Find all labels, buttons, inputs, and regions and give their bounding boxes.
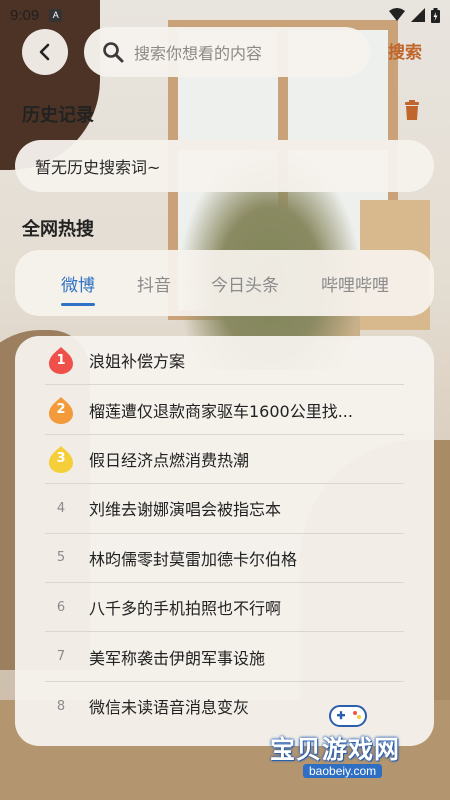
hot-search-list: 1 浪姐补偿方案 2 榴莲遭仅退款商家驱车1600公里找... 3 假日经济点燃… xyxy=(15,336,434,746)
tab-douyin[interactable]: 抖音 xyxy=(137,271,171,296)
notification-badge: A xyxy=(49,8,63,22)
rank-badge: 1 xyxy=(45,344,77,376)
trending-tabs: 微博 抖音 今日头条 哔哩哔哩 xyxy=(15,250,434,316)
rank-number: 6 xyxy=(56,599,66,615)
battery-icon xyxy=(431,7,440,23)
rank-number: 5 xyxy=(56,550,66,566)
history-title: 历史记录 xyxy=(22,105,94,126)
search-placeholder: 搜索你想看的内容 xyxy=(134,44,263,63)
rank-number: 7 xyxy=(56,649,66,665)
rank-badge: 2 xyxy=(45,394,77,426)
rank-number: 8 xyxy=(56,698,66,714)
chevron-left-icon xyxy=(39,43,50,61)
search-button[interactable]: 搜索 xyxy=(388,38,422,63)
search-header: 搜索你想看的内容 搜索 xyxy=(0,24,450,80)
list-item[interactable]: 2 榴莲遭仅退款商家驱车1600公里找... xyxy=(45,385,404,435)
watermark-name: 宝贝游戏网 xyxy=(270,735,401,764)
tab-toutiao[interactable]: 今日头条 xyxy=(211,271,279,296)
search-input[interactable]: 搜索你想看的内容 xyxy=(84,27,370,77)
wifi-icon xyxy=(389,8,405,21)
signal-icon xyxy=(411,8,425,22)
status-time: 9:09 xyxy=(10,6,40,24)
back-button[interactable] xyxy=(22,29,68,75)
list-item[interactable]: 5 林昀儒零封莫雷加德卡尔伯格 xyxy=(45,534,404,583)
trash-icon[interactable] xyxy=(404,100,420,120)
list-item[interactable]: 7 美军称袭击伊朗军事设施 xyxy=(45,632,404,682)
watermark-logo: 宝贝游戏网 baobeiy.com xyxy=(270,700,450,790)
hot-item-text: 浪姐补偿方案 xyxy=(89,352,186,372)
search-icon xyxy=(103,42,124,63)
list-item[interactable]: 3 假日经济点燃消费热潮 xyxy=(45,435,404,485)
list-item[interactable]: 4 刘维去谢娜演唱会被指忘本 xyxy=(45,484,404,534)
hot-item-text: 微信未读语音消息变灰 xyxy=(89,698,250,718)
hot-item-text: 榴莲遭仅退款商家驱车1600公里找... xyxy=(89,401,353,421)
history-empty-text: 暂无历史搜索词~ xyxy=(35,158,161,177)
trending-title: 全网热搜 xyxy=(22,219,94,240)
rank-number: 4 xyxy=(56,500,66,516)
gamepad-icon xyxy=(329,705,367,727)
watermark-url: baobeiy.com xyxy=(303,764,383,778)
list-item[interactable]: 6 八千多的手机拍照也不行啊 xyxy=(45,583,404,633)
hot-item-text: 美军称袭击伊朗军事设施 xyxy=(89,648,266,668)
history-empty-box: 暂无历史搜索词~ xyxy=(15,140,434,192)
tab-bilibili[interactable]: 哔哩哔哩 xyxy=(321,271,389,296)
hot-item-text: 林昀儒零封莫雷加德卡尔伯格 xyxy=(89,549,298,569)
hot-item-text: 假日经济点燃消费热潮 xyxy=(89,450,250,470)
rank-badge: 3 xyxy=(45,443,77,475)
tab-weibo[interactable]: 微博 xyxy=(61,271,95,306)
list-item[interactable]: 1 浪姐补偿方案 xyxy=(45,336,404,386)
hot-item-text: 刘维去谢娜演唱会被指忘本 xyxy=(89,500,282,520)
hot-item-text: 八千多的手机拍照也不行啊 xyxy=(89,599,282,619)
